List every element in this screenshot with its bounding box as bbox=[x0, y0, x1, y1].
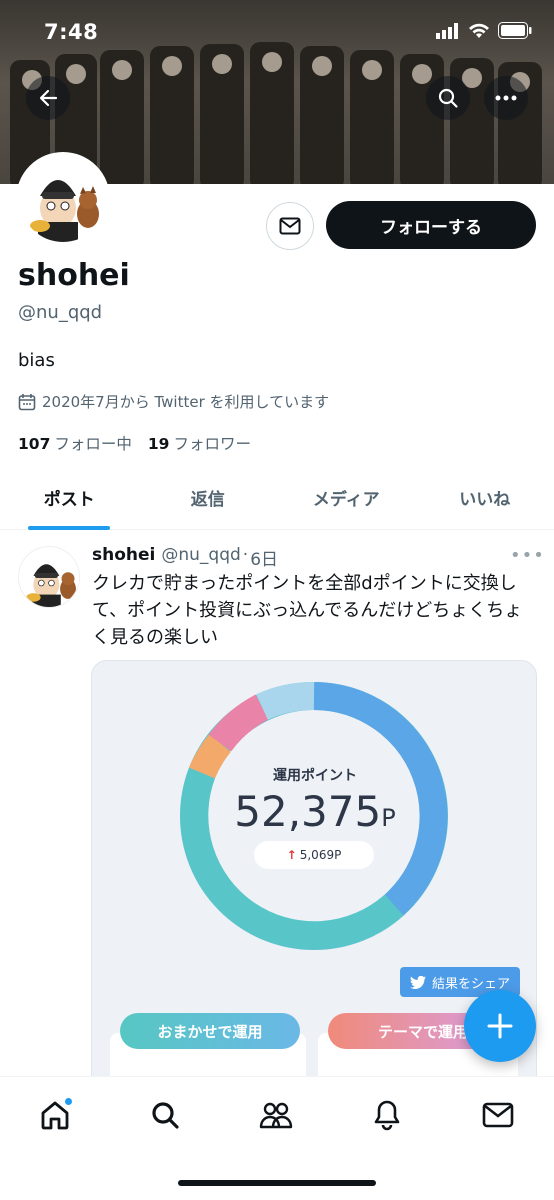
more-button[interactable] bbox=[484, 76, 528, 120]
profile-tabs: ポスト 返信 メディア いいね bbox=[0, 466, 554, 530]
tweet-avatar[interactable] bbox=[18, 546, 80, 608]
wifi-icon bbox=[469, 23, 489, 38]
tab-posts[interactable]: ポスト bbox=[0, 466, 139, 530]
points-change-pill: ↑ 5,069P bbox=[254, 841, 374, 869]
search-button[interactable] bbox=[426, 76, 470, 120]
nav-notifications[interactable] bbox=[365, 1093, 409, 1137]
battery-icon bbox=[498, 22, 532, 39]
follow-stats: 107 フォロー中 19 フォロワー bbox=[18, 432, 251, 454]
messages-icon bbox=[482, 1102, 514, 1128]
tweet-author-handle: @nu_qqd bbox=[161, 545, 241, 565]
tweet-time[interactable]: 6日 bbox=[250, 545, 278, 570]
signal-icon bbox=[436, 22, 458, 39]
followers-link[interactable]: 19 フォロワー bbox=[148, 432, 251, 454]
tweet-avatar-illustration bbox=[19, 547, 79, 607]
calendar-icon bbox=[18, 393, 36, 410]
profile-name: shohei bbox=[18, 258, 130, 293]
status-bar: 7:48 bbox=[0, 0, 554, 64]
compose-plus-icon bbox=[487, 1013, 513, 1039]
bell-icon bbox=[374, 1100, 400, 1131]
omakase-pill: おまかせで運用 bbox=[120, 1013, 300, 1049]
mail-icon bbox=[279, 217, 301, 235]
back-arrow-icon bbox=[39, 89, 58, 107]
explore-icon bbox=[152, 1102, 179, 1129]
joined-date: 2020年7月から Twitter を利用しています bbox=[18, 391, 329, 412]
compose-button[interactable] bbox=[464, 990, 536, 1062]
tweet-text: クレカで貯まったポイントを全部dポイントに交換して、ポイント投資にぶっ込んでるん… bbox=[92, 573, 523, 648]
tab-likes[interactable]: いいね bbox=[416, 466, 554, 529]
tab-media[interactable]: メディア bbox=[277, 466, 416, 529]
nav-messages[interactable] bbox=[476, 1093, 520, 1137]
back-button[interactable] bbox=[26, 76, 70, 120]
search-icon bbox=[438, 88, 458, 108]
tweet-author-name[interactable]: shohei bbox=[92, 545, 155, 570]
status-icons bbox=[436, 22, 532, 39]
home-notification-dot bbox=[64, 1097, 73, 1106]
avatar-illustration bbox=[20, 156, 106, 242]
communities-icon bbox=[259, 1102, 293, 1129]
message-button[interactable] bbox=[266, 202, 314, 250]
joined-text: 2020年7月から Twitter を利用しています bbox=[42, 393, 330, 411]
nav-communities[interactable] bbox=[254, 1093, 298, 1137]
tab-replies[interactable]: 返信 bbox=[139, 466, 278, 529]
profile-bio: bias bbox=[18, 350, 55, 371]
points-amount: 52,375P bbox=[234, 787, 396, 836]
profile-avatar[interactable] bbox=[16, 152, 110, 246]
nav-home[interactable] bbox=[33, 1093, 77, 1137]
status-time: 7:48 bbox=[44, 20, 99, 44]
more-icon bbox=[495, 95, 517, 101]
follow-button[interactable]: フォローする bbox=[326, 201, 536, 249]
home-indicator bbox=[178, 1180, 376, 1186]
twitter-bird-icon bbox=[409, 975, 426, 989]
tweet-header: shohei @nu_qqd · 6日 bbox=[92, 545, 278, 570]
following-link[interactable]: 107 フォロー中 bbox=[18, 432, 132, 454]
tweet-more-button[interactable]: ••• bbox=[510, 545, 545, 566]
up-arrow-icon: ↑ bbox=[286, 848, 297, 862]
points-title: 運用ポイント bbox=[273, 768, 357, 784]
nav-explore[interactable] bbox=[143, 1093, 187, 1137]
profile-handle: @nu_qqd bbox=[18, 302, 103, 323]
tweet-separator: · bbox=[242, 545, 249, 565]
